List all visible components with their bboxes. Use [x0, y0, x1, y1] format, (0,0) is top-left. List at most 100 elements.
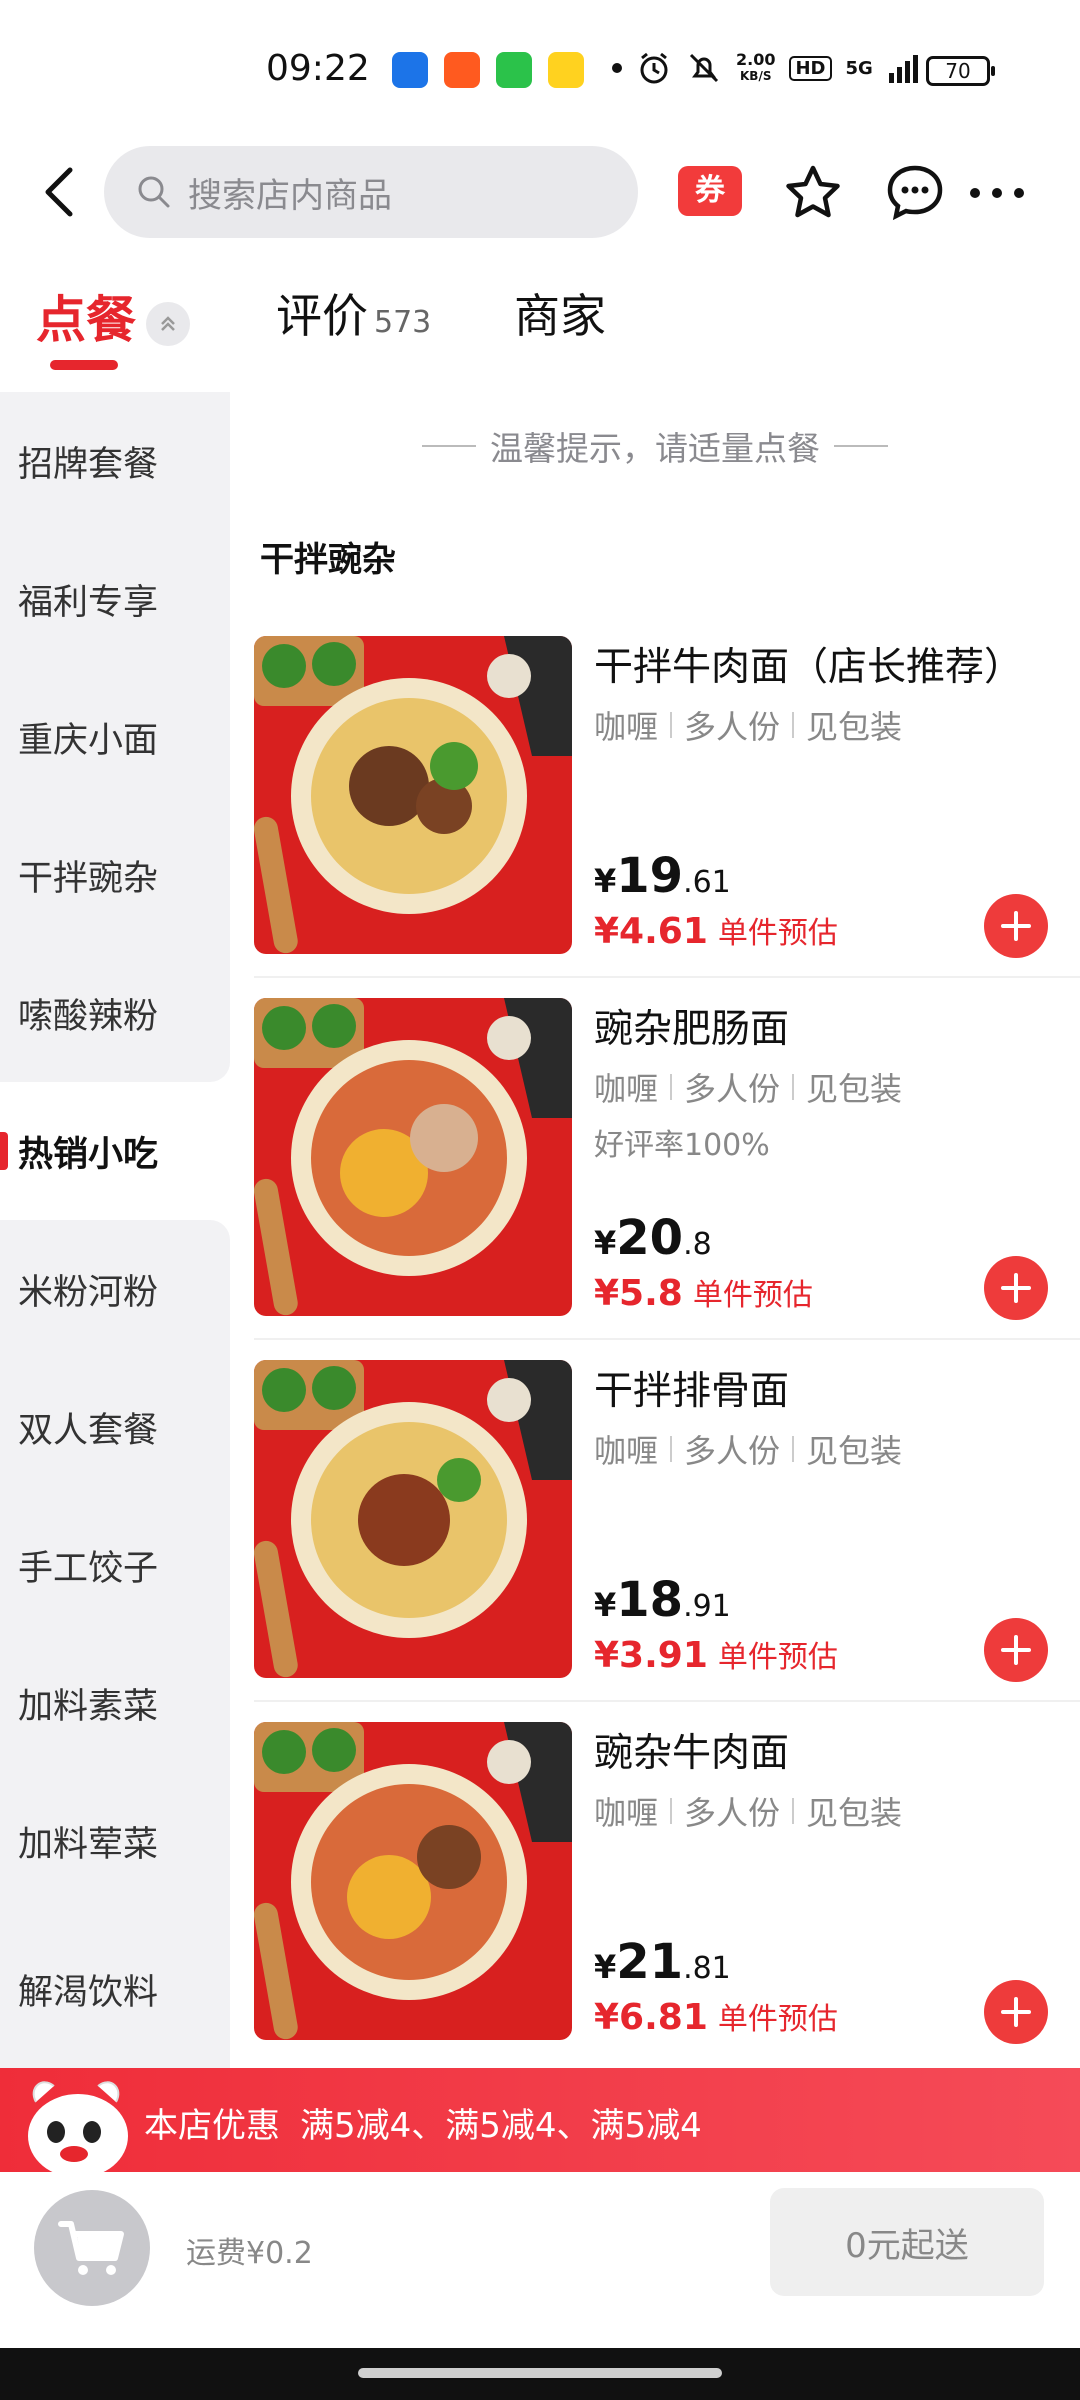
favorite-button[interactable] [782, 162, 844, 224]
product-estimate: ¥5.8 单件预估 [594, 1273, 813, 1314]
product-estimate: ¥6.81 单件预估 [594, 1997, 838, 2038]
sidebar-item-rice-noodles[interactable]: 米粉河粉 [0, 1220, 230, 1358]
status-bar: 09:22 2.00 KB/S HD 5G 70 [0, 0, 1080, 130]
product-card[interactable]: 豌杂牛肉面 咖喱 多人份 见包装 ¥21.81 ¥6.81 单件预估 [230, 1722, 1080, 2084]
category-sidebar: 招牌套餐 福利专享 重庆小面 干拌豌杂 嗦酸辣粉 热销小吃 米粉河粉 双人套餐 … [0, 392, 230, 2068]
mascot-icon [16, 2072, 138, 2184]
back-arrow-icon [45, 167, 73, 217]
system-nav-bar [0, 2348, 1080, 2400]
add-to-cart-button[interactable] [984, 1256, 1048, 1320]
notification-dot-icon [612, 63, 622, 73]
collapse-button[interactable] [146, 302, 190, 346]
product-image [254, 1722, 572, 2040]
star-icon [786, 165, 840, 218]
product-name: 干拌牛肉面（店长推荐） [594, 645, 1024, 690]
alarm-icon [640, 52, 668, 84]
sidebar-item-dumplings[interactable]: 手工饺子 [0, 1496, 230, 1634]
card-divider [254, 976, 1080, 978]
mute-icon [689, 53, 719, 83]
cart-button[interactable] [34, 2190, 150, 2306]
sidebar-item-sour-spicy[interactable]: 嗦酸辣粉 [0, 944, 230, 1082]
plus-icon [1001, 1997, 1031, 2027]
card-divider [254, 1700, 1080, 1702]
sidebar-item-welfare[interactable]: 福利专享 [0, 530, 230, 668]
delivery-fee: 运费¥0.2 [186, 2236, 313, 2271]
sidebar-item-dry-pea[interactable]: 干拌豌杂 [0, 806, 230, 944]
product-tags: 咖喱 多人份 见包装 [594, 1794, 903, 1832]
camera-app-icon [496, 52, 532, 88]
more-button[interactable] [966, 162, 1028, 224]
product-tags: 咖喱 多人份 见包装 [594, 708, 903, 746]
product-image [254, 998, 572, 1316]
add-to-cart-button[interactable] [984, 894, 1048, 958]
add-to-cart-button[interactable] [984, 1618, 1048, 1682]
more-icon [970, 188, 1024, 198]
card-divider [254, 1338, 1080, 1340]
product-name: 豌杂牛肉面 [594, 1731, 790, 1776]
chat-icon [887, 165, 943, 221]
ai-app-icon [392, 52, 428, 88]
meituan-app-icon [548, 52, 584, 88]
hd-badge: HD [789, 55, 832, 81]
review-count: 573 [374, 305, 432, 340]
sidebar-item-chongqing-noodles[interactable]: 重庆小面 [0, 668, 230, 806]
battery-indicator: 70 [926, 56, 995, 86]
collapse-up-icon [161, 316, 175, 331]
product-name: 干拌排骨面 [594, 1369, 790, 1414]
product-card[interactable]: 豌杂肥肠面 咖喱 多人份 见包装 好评率100% ¥20.8 ¥5.8 单件预估 [230, 998, 1080, 1360]
signal-icon [888, 55, 918, 83]
promo-text: 满5减4、满5减4、满5减4 [300, 2106, 702, 2146]
home-indicator[interactable] [358, 2368, 722, 2378]
tip-text: 温馨提示，请适量点餐 [490, 429, 820, 468]
network-speed: 2.00 KB/S [736, 50, 776, 84]
sidebar-item-double-set[interactable]: 双人套餐 [0, 1358, 230, 1496]
chat-button[interactable] [884, 162, 946, 224]
product-price: ¥21.81 [594, 1934, 731, 1990]
product-image [254, 636, 572, 954]
search-input[interactable]: 搜索店内商品 [104, 146, 638, 238]
sidebar-item-veg-addon[interactable]: 加料素菜 [0, 1634, 230, 1772]
category-title: 干拌豌杂 [260, 540, 396, 580]
plus-icon [1001, 911, 1031, 941]
sidebar-item-meat-addon[interactable]: 加料荤菜 [0, 1772, 230, 1910]
promo-label: 本店优惠 [144, 2106, 280, 2146]
product-image [254, 1360, 572, 1678]
sidebar-item-drinks[interactable]: 解渴饮料 [0, 1910, 230, 2068]
tab-merchant[interactable]: 商家 [514, 280, 606, 346]
product-name: 豌杂肥肠面 [594, 1007, 790, 1052]
network-type: 5G [845, 57, 873, 79]
product-tags: 咖喱 多人份 见包装 [594, 1070, 903, 1108]
product-price: ¥19.61 [594, 848, 731, 904]
plus-icon [1001, 1273, 1031, 1303]
tip-divider-left [422, 445, 476, 447]
product-card[interactable]: 干拌排骨面 咖喱 多人份 见包装 ¥18.91 ¥3.91 单件预估 [230, 1360, 1080, 1722]
cart-bar: 运费¥0.2 0元起送 [0, 2172, 1080, 2348]
tab-active-indicator [50, 360, 118, 370]
product-estimate: ¥3.91 单件预估 [594, 1635, 838, 1676]
search-icon [132, 170, 176, 214]
plus-icon [1001, 1635, 1031, 1665]
add-to-cart-button[interactable] [984, 1980, 1048, 2044]
top-nav: 搜索店内商品 券 [0, 140, 1080, 244]
back-button[interactable] [30, 162, 90, 222]
product-card[interactable]: 干拌牛肉面（店长推荐） 咖喱 多人份 见包装 ¥19.61 ¥4.61 单件预估 [230, 636, 1080, 998]
store-tabs: 点餐 评价 573 商家 [0, 280, 1080, 380]
search-placeholder: 搜索店内商品 [188, 175, 392, 216]
notice-tip: 温馨提示，请适量点餐 [230, 422, 1080, 470]
status-time: 09:22 [266, 48, 370, 89]
product-rating: 好评率100% [594, 1128, 770, 1163]
coupon-button[interactable]: 券 [678, 166, 742, 216]
shopping-cart-icon [58, 2221, 124, 2275]
status-icons: 2.00 KB/S HD 5G [612, 48, 921, 88]
sidebar-item-hot-snacks[interactable]: 热销小吃 [0, 1082, 230, 1220]
tip-divider-right [834, 445, 888, 447]
product-estimate: ¥4.61 单件预估 [594, 911, 838, 952]
sidebar-item-signature-set[interactable]: 招牌套餐 [0, 392, 230, 530]
product-tags: 咖喱 多人份 见包装 [594, 1432, 903, 1470]
product-price: ¥18.91 [594, 1572, 731, 1628]
tab-reviews[interactable]: 评价 573 [276, 280, 431, 346]
tab-order[interactable]: 点餐 [36, 280, 136, 352]
checkout-button[interactable]: 0元起送 [770, 2188, 1044, 2296]
promo-banner[interactable]: 本店优惠 满5减4、满5减4、满5减4 [0, 2068, 1080, 2178]
product-price: ¥20.8 [594, 1210, 712, 1266]
